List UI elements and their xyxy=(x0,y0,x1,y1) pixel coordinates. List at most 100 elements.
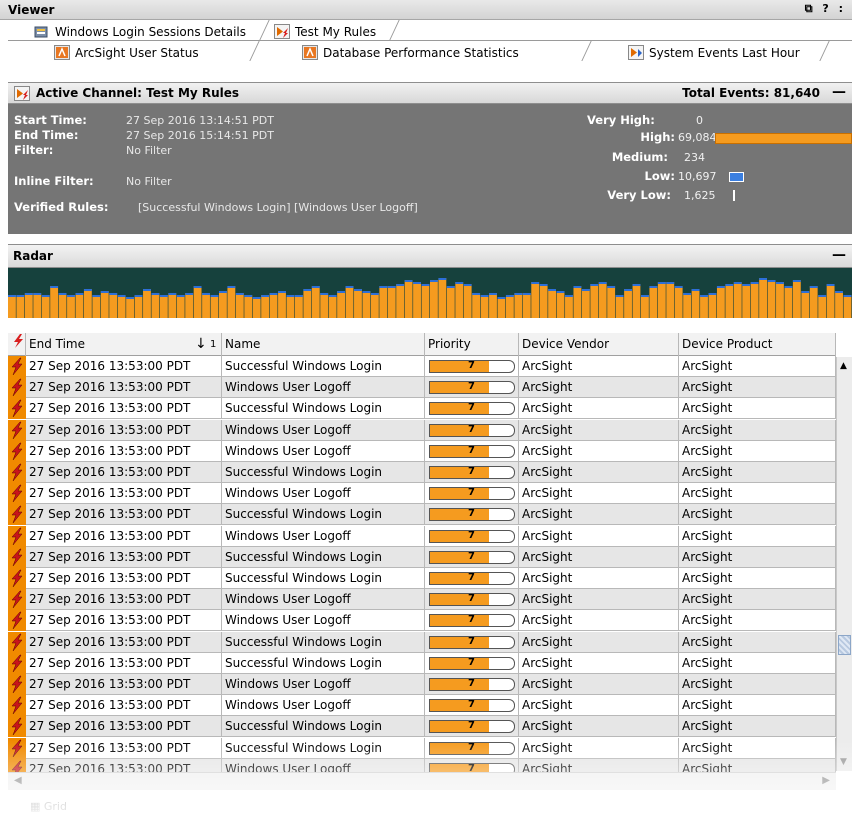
radar-bar xyxy=(202,293,210,318)
filter-value[interactable]: No Filter xyxy=(126,144,172,157)
event-severity-flag xyxy=(8,652,26,674)
scroll-right-icon[interactable]: ▶ xyxy=(822,775,830,786)
scroll-up-icon[interactable]: ▲ xyxy=(840,361,847,371)
priority-bar-fill xyxy=(430,424,489,436)
table-row[interactable]: 27 Sep 2016 13:53:00 PDT Windows User Log… xyxy=(8,525,836,547)
cell-vendor: ArcSight xyxy=(519,440,679,462)
column-header-device-vendor[interactable]: Device Vendor xyxy=(519,333,679,356)
radar-bar xyxy=(657,282,666,318)
table-row[interactable]: 27 Sep 2016 13:53:00 PDT Windows User Log… xyxy=(8,483,836,505)
flag-column-header[interactable] xyxy=(8,333,26,356)
priority-cell: 7 xyxy=(425,440,519,462)
priority-bar: 7 xyxy=(429,508,515,522)
cell-vendor: ArcSight xyxy=(519,525,679,547)
lightning-icon xyxy=(11,400,23,418)
priority-cell: 7 xyxy=(425,525,519,547)
radar-bar xyxy=(252,297,261,318)
cell-vendor: ArcSight xyxy=(519,483,679,505)
radar-chart[interactable] xyxy=(8,268,852,318)
grid-header: End Time ↓ 1 Name Priority Device Vendor… xyxy=(8,333,836,356)
radar-bar-cap xyxy=(792,280,801,282)
cell-name: Successful Windows Login xyxy=(222,398,425,420)
priority-bar: 7 xyxy=(429,656,515,670)
radar-bar-cap xyxy=(759,278,767,280)
priority-bar: 7 xyxy=(429,741,515,755)
table-row[interactable]: 27 Sep 2016 13:53:00 PDT Successful Windo… xyxy=(8,356,836,377)
table-row[interactable]: 27 Sep 2016 13:53:00 PDT Windows User Log… xyxy=(8,440,836,462)
radar-bar xyxy=(438,278,447,318)
column-header-end-time[interactable]: End Time ↓ 1 xyxy=(26,333,222,356)
radar-bar-cap xyxy=(641,295,649,297)
tab-system-events-last-hour[interactable]: System Events Last Hour xyxy=(628,43,800,62)
table-row[interactable]: 27 Sep 2016 13:53:00 PDT Windows User Log… xyxy=(8,377,836,399)
arcsight-icon xyxy=(54,45,70,60)
table-row[interactable]: 27 Sep 2016 13:53:00 PDT Successful Windo… xyxy=(8,546,836,568)
radar-bar xyxy=(700,295,708,318)
table-row[interactable]: 27 Sep 2016 13:53:00 PDT Successful Windo… xyxy=(8,631,836,653)
radar-bar xyxy=(548,289,556,318)
table-row[interactable]: 27 Sep 2016 13:53:00 PDT Successful Windo… xyxy=(8,462,836,483)
scroll-thumb[interactable] xyxy=(838,635,851,655)
severity-very-low-label: Very Low: xyxy=(607,188,671,202)
inline-filter-value[interactable]: No Filter xyxy=(126,175,172,188)
radar-bar xyxy=(489,293,497,318)
table-row[interactable]: 27 Sep 2016 13:53:00 PDT Successful Windo… xyxy=(8,716,836,738)
tab-grid[interactable]: ▦ Grid xyxy=(30,800,67,813)
radar-bar xyxy=(573,286,582,318)
tab-windows-login-sessions[interactable]: Windows Login Sessions Details xyxy=(34,22,246,41)
cell-vendor: ArcSight xyxy=(519,737,679,759)
tab-arcsight-user-status[interactable]: ArcSight User Status xyxy=(54,43,199,62)
table-row[interactable]: 27 Sep 2016 13:53:00 PDT Successful Windo… xyxy=(8,398,836,420)
radar-bar xyxy=(269,293,278,318)
radar-bar xyxy=(294,295,303,318)
radar-bar xyxy=(733,282,742,318)
priority-bar-fill xyxy=(430,615,489,627)
column-header-priority[interactable]: Priority xyxy=(425,333,519,356)
tab-test-my-rules[interactable]: Test My Rules xyxy=(274,22,376,41)
priority-bar: 7 xyxy=(429,678,515,691)
table-row[interactable]: 27 Sep 2016 13:53:00 PDT Windows User Log… xyxy=(8,674,836,695)
cell-end-time: 27 Sep 2016 13:53:00 PDT xyxy=(26,398,222,420)
radar-bar-cap xyxy=(590,284,599,286)
cell-vendor: ArcSight xyxy=(519,568,679,589)
collapse-button[interactable]: — xyxy=(832,84,846,100)
radar-bar xyxy=(126,297,134,318)
tab-database-performance[interactable]: Database Performance Statistics xyxy=(302,43,519,62)
column-header-name[interactable]: Name xyxy=(222,333,425,356)
scroll-down-icon[interactable]: ▼ xyxy=(840,757,847,767)
table-row[interactable]: 27 Sep 2016 13:53:00 PDT Windows User Log… xyxy=(8,610,836,632)
lightning-icon xyxy=(11,378,23,397)
cell-vendor: ArcSight xyxy=(519,462,679,483)
radar-bar-cap xyxy=(404,280,413,282)
column-header-device-product[interactable]: Device Product xyxy=(679,333,836,356)
sort-index: 1 xyxy=(210,339,217,350)
table-row[interactable]: 27 Sep 2016 13:53:00 PDT Windows User Log… xyxy=(8,589,836,611)
radar-bar xyxy=(809,286,818,318)
cell-name: Successful Windows Login xyxy=(222,504,425,526)
radar-bar-cap xyxy=(463,284,472,286)
scroll-left-icon[interactable]: ◀ xyxy=(14,775,22,786)
priority-value: 7 xyxy=(468,699,475,711)
table-row[interactable]: 27 Sep 2016 13:53:00 PDT Successful Windo… xyxy=(8,652,836,674)
radar-bar-cap xyxy=(505,295,514,297)
horizontal-scrollbar[interactable]: ◀ ▶ xyxy=(8,772,836,790)
table-row[interactable]: 27 Sep 2016 13:53:00 PDT Windows User Log… xyxy=(8,695,836,717)
table-row[interactable]: 27 Sep 2016 13:53:00 PDT Successful Windo… xyxy=(8,737,836,759)
vertical-scrollbar[interactable]: ▲ ▼ xyxy=(836,357,852,771)
radar-bar-cap xyxy=(83,289,92,291)
severity-high-label: High: xyxy=(640,130,675,144)
radar-collapse-button[interactable]: — xyxy=(832,247,846,263)
table-row[interactable]: 27 Sep 2016 13:53:00 PDT Successful Windo… xyxy=(8,504,836,526)
lightning-icon xyxy=(11,696,23,715)
cell-end-time: 27 Sep 2016 13:53:00 PDT xyxy=(26,377,222,399)
table-row[interactable]: 27 Sep 2016 13:53:00 PDT Successful Windo… xyxy=(8,568,836,589)
priority-value: 7 xyxy=(468,720,475,732)
radar-bar xyxy=(480,295,489,318)
active-channel-icon xyxy=(274,24,290,39)
cell-product: ArcSight xyxy=(679,504,836,526)
viewer-window-controls[interactable]: ⧉ ? : xyxy=(805,2,846,16)
radar-bar xyxy=(67,295,75,318)
priority-cell: 7 xyxy=(425,695,519,717)
table-row[interactable]: 27 Sep 2016 13:53:00 PDT Windows User Log… xyxy=(8,419,836,441)
priority-value: 7 xyxy=(468,635,475,647)
